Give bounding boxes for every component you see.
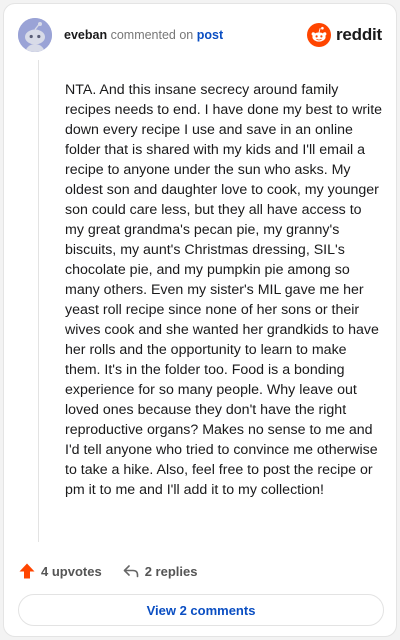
avatar[interactable] <box>18 18 52 52</box>
snoo-avatar-icon <box>18 18 52 52</box>
post-link[interactable]: post <box>197 28 223 42</box>
reddit-wordmark: reddit <box>335 25 382 44</box>
reddit-logo[interactable]: reddit <box>306 23 382 47</box>
comment-actions: 4 upvotes 2 replies <box>18 560 197 582</box>
reply-count: 2 replies <box>144 563 198 579</box>
upvote-arrow-icon <box>19 563 35 579</box>
view-comments-button[interactable]: View 2 comments <box>18 594 384 626</box>
comment-header: eveban commented on post reddit <box>18 18 382 58</box>
upvote-count: 4 upvotes <box>41 563 102 579</box>
replies-button[interactable]: 2 replies <box>122 562 198 580</box>
username-link[interactable]: eveban <box>64 28 107 42</box>
upvote-button[interactable]: 4 upvotes <box>18 562 102 580</box>
reddit-snoo-icon <box>306 23 331 47</box>
thread-line[interactable] <box>38 60 39 542</box>
comment-body: NTA. And this insane secrecy around fami… <box>65 82 383 498</box>
comment-card: eveban commented on post reddit NTA. And… <box>3 3 397 637</box>
comment-byline: eveban commented on post <box>64 27 223 43</box>
commented-on-label: commented on <box>110 28 194 42</box>
reply-arrow-icon <box>123 565 138 578</box>
